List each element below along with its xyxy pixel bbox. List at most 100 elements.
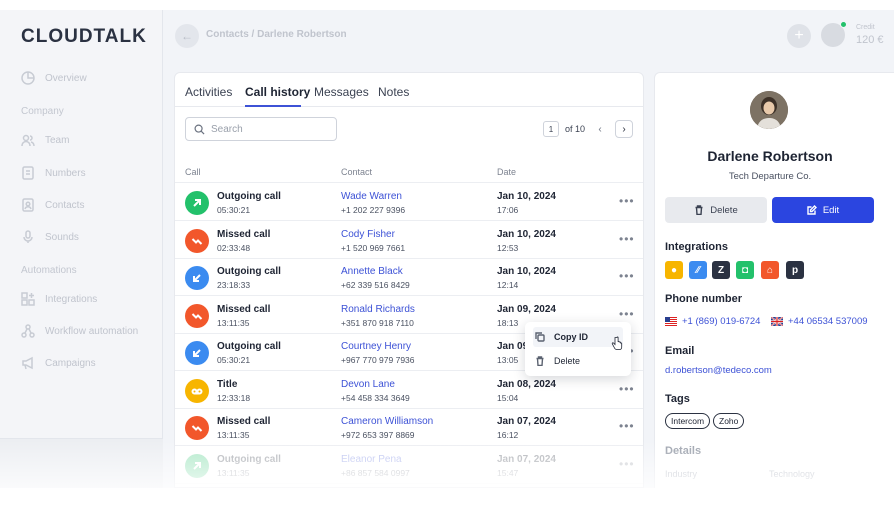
table-row[interactable]: Missed call 02:33:48 Cody Fisher +1 520 969… (175, 222, 643, 259)
more-options-icon[interactable]: ••• (619, 382, 635, 396)
edit-button-label: Edit (822, 204, 840, 216)
search-input[interactable] (211, 123, 331, 135)
call-type: Missed call (217, 228, 271, 240)
tab-activities[interactable]: Activities (185, 85, 232, 99)
contact-name-link[interactable]: Ronald Richards (341, 304, 415, 315)
tab-notes[interactable]: Notes (378, 85, 409, 99)
add-button[interactable]: + (787, 24, 811, 48)
table-row[interactable]: Title 12:33:18 Devon Lane +54 458 334 3649 J… (175, 372, 643, 409)
next-page-button[interactable]: › (615, 120, 633, 138)
missed-call-icon (185, 228, 209, 253)
page-total: of 10 (564, 124, 585, 134)
integration-zendesk-icon[interactable]: Z (712, 261, 730, 279)
email-link[interactable]: d.robertson@tedeco.com (665, 365, 772, 376)
call-type: Missed call (217, 303, 271, 315)
table-row[interactable]: Outgoing call 05:30:21 Wade Warren +1 202 2… (175, 184, 643, 221)
arrow-down-left-icon (185, 341, 209, 365)
back-button[interactable]: ← (175, 24, 199, 48)
call-time: 13:05 (497, 355, 519, 365)
phone-uk-number: +44 06534 537009 (788, 316, 868, 327)
call-type: Outgoing call (217, 341, 281, 352)
table-header: Call Contact Date (175, 161, 643, 183)
call-duration: 13:11:35 (217, 317, 250, 328)
sidebar-item-sounds[interactable]: Sounds (21, 229, 79, 245)
sidebar-item-label: Campaigns (45, 357, 96, 369)
sidebar-item-label: Numbers (45, 167, 86, 179)
table-row[interactable]: Missed call 13:11:35 Cameron Williamson +97… (175, 409, 643, 446)
call-duration: 13:11:35 (217, 467, 250, 478)
more-options-icon[interactable]: ••• (619, 269, 635, 283)
contact-avatar (750, 91, 788, 129)
call-history-panel: Activities Call history Messages Notes 1… (174, 72, 644, 488)
integration-app-1-icon[interactable]: ● (665, 261, 683, 279)
more-options-icon[interactable]: ••• (619, 457, 635, 471)
sidebar-section-automations: Automations (21, 265, 77, 276)
details-title: Details (665, 445, 702, 457)
workflow-icon (21, 324, 35, 338)
hand-cursor-icon (611, 336, 623, 350)
sidebar-item-team[interactable]: Team (21, 132, 69, 148)
contact-phone: +972 653 397 8869 (341, 430, 415, 440)
contact-name-link[interactable]: Eleanor Pena (341, 454, 402, 465)
copy-id-menu-item[interactable]: Copy ID (533, 327, 623, 347)
arrow-left-icon: ← (181, 29, 193, 43)
call-time: 15:04 (497, 392, 519, 403)
call-date: Jan 07, 2024 (497, 416, 556, 427)
detail-industry-label: Industry (665, 469, 698, 479)
contact-phone: +86 857 584 0997 (341, 467, 410, 478)
detail-industry-value: Technology (769, 469, 815, 479)
integration-app-5-icon[interactable]: ⌂ (761, 261, 779, 279)
sidebar-item-overview[interactable]: Overview (21, 70, 87, 86)
integration-app-4-icon[interactable]: ◘ (736, 261, 754, 279)
integration-pipedrive-icon[interactable]: p (786, 261, 804, 279)
pagination: 1 of 10 ‹ › (542, 120, 633, 138)
contact-name-link[interactable]: Devon Lane (341, 379, 395, 390)
call-time: 12:53 (497, 242, 519, 253)
contact-phone: +54 458 334 3649 (341, 392, 410, 403)
phone-uk-link[interactable]: +44 06534 537009 (771, 316, 868, 327)
contact-phone: +62 339 516 8429 (341, 280, 410, 290)
more-options-icon[interactable]: ••• (619, 307, 635, 321)
tab-messages[interactable]: Messages (314, 85, 369, 99)
contact-phone: +1 520 969 7661 (341, 242, 406, 253)
tab-call-history[interactable]: Call history (245, 85, 310, 99)
call-date: Jan 10, 2024 (497, 228, 556, 240)
tag-intercom[interactable]: Intercom (665, 413, 711, 429)
more-options-icon[interactable]: ••• (619, 232, 635, 246)
edit-icon (807, 205, 817, 215)
table-row[interactable]: Outgoing call 23:18:33 Annette Black +62 33… (175, 259, 643, 296)
contact-name-link[interactable]: Cameron Williamson (341, 416, 433, 427)
delete-contact-button[interactable]: Delete (665, 197, 767, 223)
search-box[interactable] (185, 117, 337, 141)
sidebar-item-integrations[interactable]: Integrations (21, 291, 97, 307)
table-row[interactable]: Outgoing call 13:11:35 Eleanor Pena +86 857… (175, 447, 643, 484)
contact-name-link[interactable]: Cody Fisher (341, 229, 395, 240)
more-options-icon[interactable]: ••• (619, 419, 635, 433)
call-date: Jan 09 (497, 341, 529, 352)
tag-zoho[interactable]: Zoho (713, 413, 745, 429)
delete-menu-item[interactable]: Delete (533, 351, 623, 371)
sidebar-item-workflow[interactable]: Workflow automation (21, 323, 138, 339)
contact-name-link[interactable]: Annette Black (341, 266, 403, 277)
edit-contact-button[interactable]: Edit (772, 197, 874, 223)
copy-icon (535, 332, 545, 342)
integration-app-2-icon[interactable]: ⁄⁄ (689, 261, 707, 279)
sidebar-item-numbers[interactable]: Numbers (21, 165, 86, 181)
sidebar-item-contacts[interactable]: Contacts (21, 197, 84, 213)
phone-us-link[interactable]: +1 (869) 019-6724 (665, 316, 760, 327)
contact-name-link[interactable]: Courtney Henry (341, 341, 411, 352)
arrow-up-right-icon (185, 453, 209, 478)
more-options-icon[interactable]: ••• (619, 194, 635, 208)
call-type: Outgoing call (217, 453, 281, 465)
contact-book-icon (22, 198, 34, 212)
number-card-icon (22, 166, 34, 180)
phone-title: Phone number (665, 293, 743, 305)
page-number-input[interactable]: 1 (542, 121, 559, 137)
contact-name-link[interactable]: Wade Warren (341, 191, 402, 202)
prev-page-button[interactable]: ‹ (591, 120, 609, 138)
search-icon (194, 124, 205, 135)
call-date: Jan 07, 2024 (497, 453, 556, 465)
sidebar-item-campaigns[interactable]: Campaigns (21, 355, 96, 371)
call-date: Jan 09, 2024 (497, 303, 556, 315)
missed-call-icon (185, 303, 209, 328)
